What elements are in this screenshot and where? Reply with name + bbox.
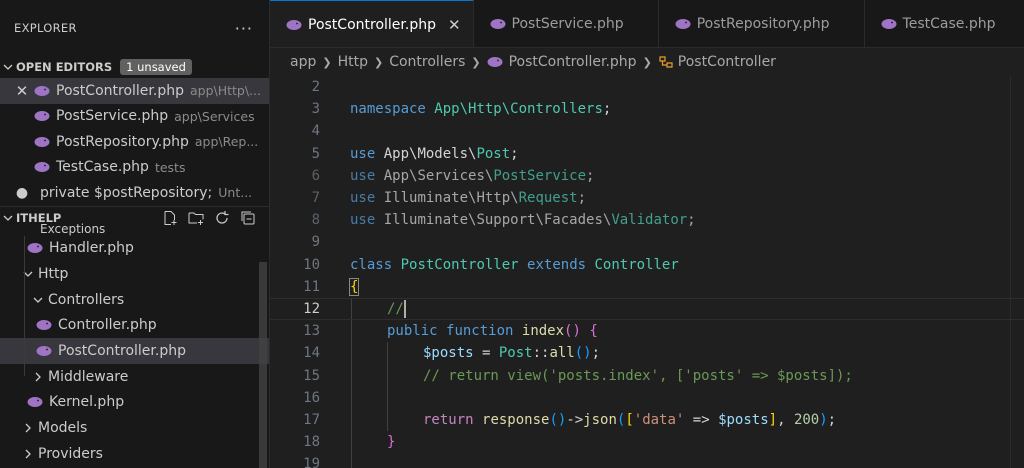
sidebar-scrollbar[interactable]	[259, 262, 267, 468]
tree-file-handler[interactable]: Handler.php	[0, 236, 269, 262]
php-elephant-icon	[36, 346, 52, 357]
breadcrumb-item[interactable]: PostController	[678, 54, 776, 70]
breadcrumb-item[interactable]: app	[290, 54, 316, 70]
code-line[interactable]: 16	[270, 386, 1024, 409]
code-line[interactable]: 4	[270, 120, 1024, 142]
close-icon[interactable]: ✕	[448, 16, 461, 34]
tree-folder-models[interactable]: Models	[0, 415, 269, 441]
breadcrumb: app ❯ Http ❯ Controllers ❯ PostControlle…	[270, 48, 1024, 76]
php-elephant-icon	[490, 19, 506, 29]
breadcrumb-item[interactable]: PostController.php	[509, 54, 637, 70]
php-elephant-icon	[487, 57, 503, 67]
code-line[interactable]: 6 use App\Services\PostService;	[270, 165, 1024, 187]
code-editor[interactable]: 2 3 namespace App\Http\Controllers; 4 5 …	[270, 76, 1024, 468]
tab-postrepository[interactable]: PostRepository.php	[659, 0, 865, 47]
tree-folder-providers[interactable]: Providers	[0, 441, 269, 462]
tree-folder-middleware[interactable]: Middleware	[0, 364, 269, 390]
code-line[interactable]: 7 use Illuminate\Http\Request;	[270, 187, 1024, 209]
explorer-header: EXPLORER ···	[0, 0, 269, 56]
code-line[interactable]: 13 public function index() {	[270, 320, 1024, 343]
editor-scrollbar[interactable]	[1010, 76, 1024, 468]
class-symbol-icon	[659, 56, 673, 68]
code-line[interactable]: 10 class PostController extends Controll…	[270, 254, 1024, 276]
chevron-right-icon: ❯	[322, 55, 332, 69]
explorer-title: EXPLORER	[14, 21, 77, 35]
breadcrumb-item[interactable]: Http	[338, 54, 368, 70]
php-elephant-icon	[27, 397, 43, 408]
tree-folder-controllers[interactable]: Controllers	[0, 287, 269, 313]
php-elephant-icon	[286, 19, 302, 30]
chevron-down-icon	[0, 62, 16, 72]
php-elephant-icon	[34, 111, 50, 122]
open-editor-item[interactable]: PostRepository.php app\Rep...	[0, 129, 269, 155]
chevron-right-icon: ❯	[373, 55, 384, 69]
php-elephant-icon	[36, 320, 52, 331]
open-editors-label: OPEN EDITORS	[16, 60, 113, 74]
text-cursor	[403, 299, 406, 318]
php-elephant-icon	[34, 136, 50, 147]
editor-area: PostController.php ✕ PostService.php Pos…	[270, 0, 1024, 468]
chevron-right-icon	[20, 449, 36, 459]
open-editor-name: PostController.php	[56, 82, 184, 99]
explorer-sidebar: EXPLORER ··· OPEN EDITORS 1 unsaved ✕ Po…	[0, 0, 270, 468]
code-line-current[interactable]: 12 //	[270, 297, 1024, 321]
code-line[interactable]: 15 // return view('posts.index', ['posts…	[270, 364, 1024, 387]
open-editor-item[interactable]: ● private $postRepository; Unt...	[0, 180, 269, 206]
tree-folder-exceptions[interactable]: Exceptions	[0, 222, 269, 236]
code-line[interactable]: 5 use App\Models\Post;	[270, 143, 1024, 165]
tab-postservice[interactable]: PostService.php	[474, 0, 659, 47]
open-editor-path: app\Http\...	[189, 83, 261, 99]
code-line[interactable]: 8 use Illuminate\Support\Facades\Validat…	[270, 209, 1024, 231]
chevron-right-icon: ❯	[642, 55, 652, 69]
code-line[interactable]: 18 }	[270, 431, 1024, 454]
code-line[interactable]: 14 $posts = Post::all();	[270, 342, 1024, 365]
chevron-right-icon	[20, 423, 36, 433]
open-editor-name: private $postRepository;	[40, 184, 213, 201]
tree-file-kernel[interactable]: Kernel.php	[0, 390, 269, 416]
open-editor-name: PostRepository.php	[56, 133, 189, 150]
tab-testcase[interactable]: TestCase.php	[865, 0, 1024, 47]
code-line[interactable]: 11 {	[270, 276, 1024, 298]
php-elephant-icon	[27, 243, 43, 254]
close-icon[interactable]: ✕	[0, 82, 34, 100]
tree-file-postcontroller[interactable]: PostController.php	[0, 338, 269, 364]
breadcrumb-item[interactable]: Controllers	[389, 54, 465, 70]
tab-label: TestCase.php	[902, 16, 996, 32]
chevron-right-icon	[30, 372, 46, 382]
code-line[interactable]: 3 namespace App\Http\Controllers;	[270, 98, 1024, 120]
php-elephant-icon	[675, 19, 691, 29]
code-line[interactable]: 2	[270, 76, 1024, 98]
php-elephant-icon	[34, 85, 50, 96]
open-editor-item[interactable]: TestCase.php tests	[0, 155, 269, 181]
open-editor-path: tests	[154, 159, 186, 175]
chevron-down-icon	[30, 295, 46, 305]
open-editor-item[interactable]: ✕ PostController.php app\Http\...	[0, 78, 269, 104]
chevron-down-icon	[20, 269, 36, 279]
open-editor-path: Unt...	[218, 185, 253, 201]
tab-label: PostController.php	[308, 16, 436, 33]
tab-bar: PostController.php ✕ PostService.php Pos…	[270, 0, 1024, 48]
unsaved-badge: 1 unsaved	[120, 59, 192, 75]
unsaved-dot-icon[interactable]: ●	[0, 185, 34, 201]
tab-label: PostService.php	[511, 16, 624, 32]
php-elephant-icon	[34, 162, 50, 173]
open-editor-path: app\Rep...	[194, 134, 259, 150]
code-line[interactable]: 9	[270, 231, 1024, 253]
code-line[interactable]: 17 return response()->json(['data' => $p…	[270, 408, 1024, 431]
chevron-right-icon: ❯	[471, 55, 481, 69]
file-tree: Exceptions Handler.php Http Controllers …	[0, 222, 269, 462]
tab-postcontroller[interactable]: PostController.php ✕	[270, 0, 474, 47]
open-editor-name: TestCase.php	[56, 159, 149, 176]
tree-folder-http[interactable]: Http	[0, 261, 269, 287]
open-editors-header[interactable]: OPEN EDITORS 1 unsaved	[0, 56, 269, 78]
tab-label: PostRepository.php	[696, 16, 830, 32]
code-line[interactable]: 19	[270, 453, 1024, 468]
open-editor-item[interactable]: PostService.php app\Services	[0, 104, 269, 130]
tree-file-controller[interactable]: Controller.php	[0, 313, 269, 339]
php-elephant-icon	[881, 19, 897, 29]
more-actions-icon[interactable]: ···	[235, 19, 253, 38]
open-editor-name: PostService.php	[56, 108, 169, 125]
open-editor-path: app\Services	[174, 108, 255, 124]
